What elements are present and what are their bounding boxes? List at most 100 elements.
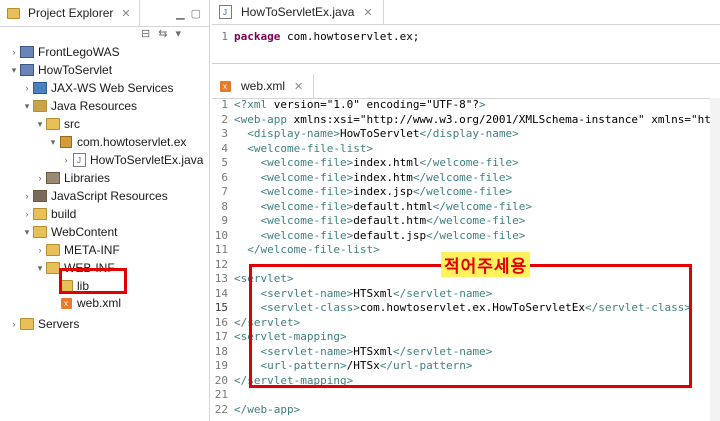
java-code[interactable]: 1 package com.howtoservlet.ex; bbox=[212, 30, 419, 45]
line-number: 22 bbox=[214, 402, 228, 416]
tree-item-label: JavaScript Resources bbox=[51, 189, 168, 203]
code-text: <web-app xmlns:xsi="http://www.w3.org/20… bbox=[234, 112, 720, 126]
tree-item[interactable]: x web.xml bbox=[47, 294, 121, 312]
tree-item[interactable]: › build bbox=[21, 205, 77, 223]
folder-icon bbox=[33, 226, 47, 238]
vertical-scrollbar[interactable] bbox=[710, 98, 720, 421]
project-explorer-icon bbox=[6, 7, 20, 19]
line-number: 6 bbox=[221, 170, 228, 184]
code-text: <welcome-file>index.html</welcome-file> bbox=[260, 156, 519, 169]
tree-item-label: Servers bbox=[38, 317, 80, 331]
code-line: 21 bbox=[212, 388, 720, 403]
line-number: 13 bbox=[214, 272, 228, 285]
tree-item[interactable]: ▾ com.howtoservlet.ex bbox=[47, 133, 187, 151]
tree-item-label: WebContent bbox=[51, 225, 118, 239]
code-text: <?xml version="1.0" encoding="UTF-8"?> bbox=[234, 98, 486, 111]
line-number: 2 bbox=[221, 112, 228, 126]
tree-item[interactable]: › META-INF bbox=[34, 241, 120, 259]
code-text: <welcome-file>index.jsp</welcome-file> bbox=[260, 185, 513, 198]
chevron-down-icon[interactable]: ▾ bbox=[21, 101, 33, 112]
code-line: 5 <welcome-file>index.html</welcome-file… bbox=[212, 156, 720, 171]
code-line: 6 <welcome-file>index.htm</welcome-file> bbox=[212, 171, 720, 186]
tree-item-label: META-INF bbox=[64, 243, 120, 257]
line-number: 16 bbox=[214, 315, 228, 329]
folder-icon bbox=[20, 318, 34, 330]
collapse-all-icon[interactable]: ⊟ bbox=[141, 27, 150, 43]
line-number: 17 bbox=[214, 330, 228, 343]
tab-howtoservletex-java[interactable]: J HowToServletEx.java ✕ bbox=[212, 0, 384, 25]
tree-item-label: com.howtoservlet.ex bbox=[77, 135, 187, 149]
highlight-box bbox=[249, 264, 692, 388]
tab-project-explorer[interactable]: Project Explorer ✕ bbox=[0, 0, 140, 26]
tab-web-xml[interactable]: x web.xml ✕ bbox=[212, 74, 315, 99]
web-services-icon bbox=[33, 82, 47, 94]
chevron-right-icon[interactable]: › bbox=[21, 191, 33, 201]
chevron-down-icon[interactable]: ▾ bbox=[8, 65, 20, 76]
tree-item[interactable]: ▾ Java Resources bbox=[21, 97, 137, 115]
tree-item-label: Java Resources bbox=[51, 99, 138, 113]
maximize-icon[interactable]: ▢ bbox=[191, 7, 201, 20]
tree-item[interactable]: ▾ WebContent bbox=[21, 223, 118, 241]
tree-item[interactable]: › J HowToServletEx.java bbox=[60, 151, 203, 169]
libraries-icon bbox=[46, 172, 60, 184]
close-icon[interactable]: ✕ bbox=[121, 7, 130, 20]
chevron-right-icon[interactable]: › bbox=[21, 83, 33, 93]
line-number: 12 bbox=[214, 257, 228, 271]
tree-item-label: Libraries bbox=[64, 171, 111, 185]
code-text: <welcome-file-list> bbox=[247, 141, 374, 155]
chevron-right-icon[interactable]: › bbox=[34, 173, 46, 183]
tree-item-label: build bbox=[51, 207, 77, 221]
tree-item-label: FrontLegoWAS bbox=[38, 45, 120, 59]
line-number: 18 bbox=[214, 344, 228, 358]
java-resources-icon bbox=[33, 100, 47, 112]
code-text: <welcome-file>default.htm</welcome-file> bbox=[260, 214, 526, 227]
tree-item-label: HowToServlet bbox=[38, 63, 113, 77]
tree-item[interactable]: › JavaScript Resources bbox=[21, 187, 168, 205]
highlight-box bbox=[59, 268, 127, 294]
code-text: </web-app> bbox=[234, 402, 301, 416]
chevron-right-icon[interactable]: › bbox=[8, 47, 20, 57]
close-icon[interactable]: ✕ bbox=[294, 80, 303, 93]
java-file-icon: J bbox=[218, 5, 232, 19]
project-icon bbox=[20, 64, 34, 76]
code-text: <welcome-file>index.htm</welcome-file> bbox=[260, 170, 513, 184]
tree-item-label: JAX-WS Web Services bbox=[51, 81, 174, 95]
code-text: com.howtoservlet.ex; bbox=[280, 30, 420, 43]
tree-item[interactable]: › Libraries bbox=[34, 169, 111, 187]
chevron-down-icon[interactable]: ▾ bbox=[34, 263, 46, 274]
code-line: 2 <web-app xmlns:xsi="http://www.w3.org/2… bbox=[212, 113, 720, 128]
line-number: 8 bbox=[221, 199, 228, 213]
tab-label: web.xml bbox=[241, 79, 286, 93]
view-menu-icon[interactable]: ▾ bbox=[175, 27, 181, 43]
chevron-right-icon[interactable]: › bbox=[8, 319, 20, 329]
chevron-down-icon[interactable]: ▾ bbox=[21, 227, 33, 238]
line-number: 5 bbox=[221, 156, 228, 169]
tab-label: HowToServletEx.java bbox=[241, 5, 355, 19]
project-icon bbox=[20, 46, 34, 58]
minimize-icon[interactable]: ▁ bbox=[176, 7, 184, 20]
tree-item[interactable]: ▾ HowToServlet bbox=[8, 61, 112, 79]
chevron-down-icon[interactable]: ▾ bbox=[47, 137, 59, 148]
chevron-down-icon[interactable]: ▾ bbox=[34, 119, 46, 130]
code-line: 3 <display-name>HowToServlet</display-na… bbox=[212, 127, 720, 142]
tree-item[interactable]: › Servers bbox=[8, 315, 80, 333]
line-number: 15 bbox=[214, 301, 228, 314]
line-number: 10 bbox=[214, 228, 228, 242]
java-file-icon: J bbox=[72, 153, 86, 167]
chevron-right-icon[interactable]: › bbox=[21, 209, 33, 219]
close-icon[interactable]: ✕ bbox=[363, 6, 372, 19]
code-line: 9 <welcome-file>default.htm</welcome-fil… bbox=[212, 214, 720, 229]
line-number: 19 bbox=[214, 359, 228, 372]
tree-item[interactable]: ▾ src bbox=[34, 115, 80, 133]
line-number: 9 bbox=[221, 214, 228, 227]
line-number: 1 bbox=[221, 98, 228, 111]
link-editor-icon[interactable]: ⇆ bbox=[158, 27, 167, 43]
tree-item[interactable]: › JAX-WS Web Services bbox=[21, 79, 174, 97]
code-line: 22 </web-app> bbox=[212, 403, 720, 418]
tree-item[interactable]: › FrontLegoWAS bbox=[8, 43, 120, 61]
chevron-right-icon[interactable]: › bbox=[60, 155, 72, 165]
line-number: 20 bbox=[214, 373, 228, 387]
chevron-right-icon[interactable]: › bbox=[34, 245, 46, 255]
keyword: package bbox=[234, 30, 281, 43]
line-number: 4 bbox=[221, 141, 228, 155]
